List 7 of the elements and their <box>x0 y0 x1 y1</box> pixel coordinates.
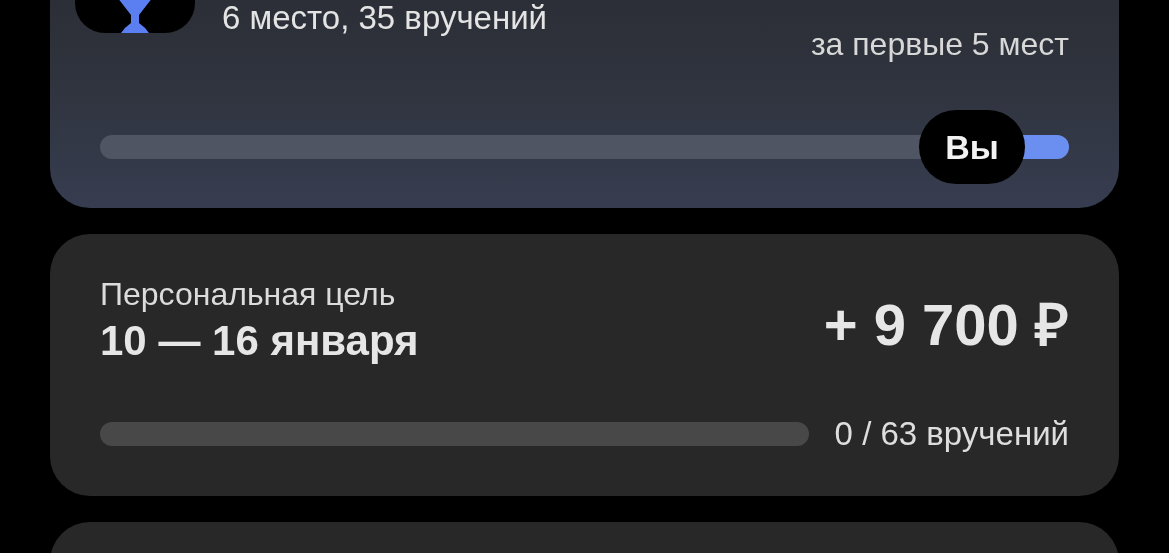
goal-label: Персональная цель <box>100 276 397 313</box>
rating-subtitle: 6 место, 35 вручений <box>222 1 548 34</box>
goal-reward: + 9 700 ₽ <box>823 296 1069 354</box>
position-marker: Вы <box>919 110 1026 184</box>
reward-note: за первые 5 мест <box>810 28 1069 60</box>
goal-period: 10 — 16 января <box>100 316 419 366</box>
goal-progress-reading: 0 / 63 вручений <box>834 417 1069 451</box>
